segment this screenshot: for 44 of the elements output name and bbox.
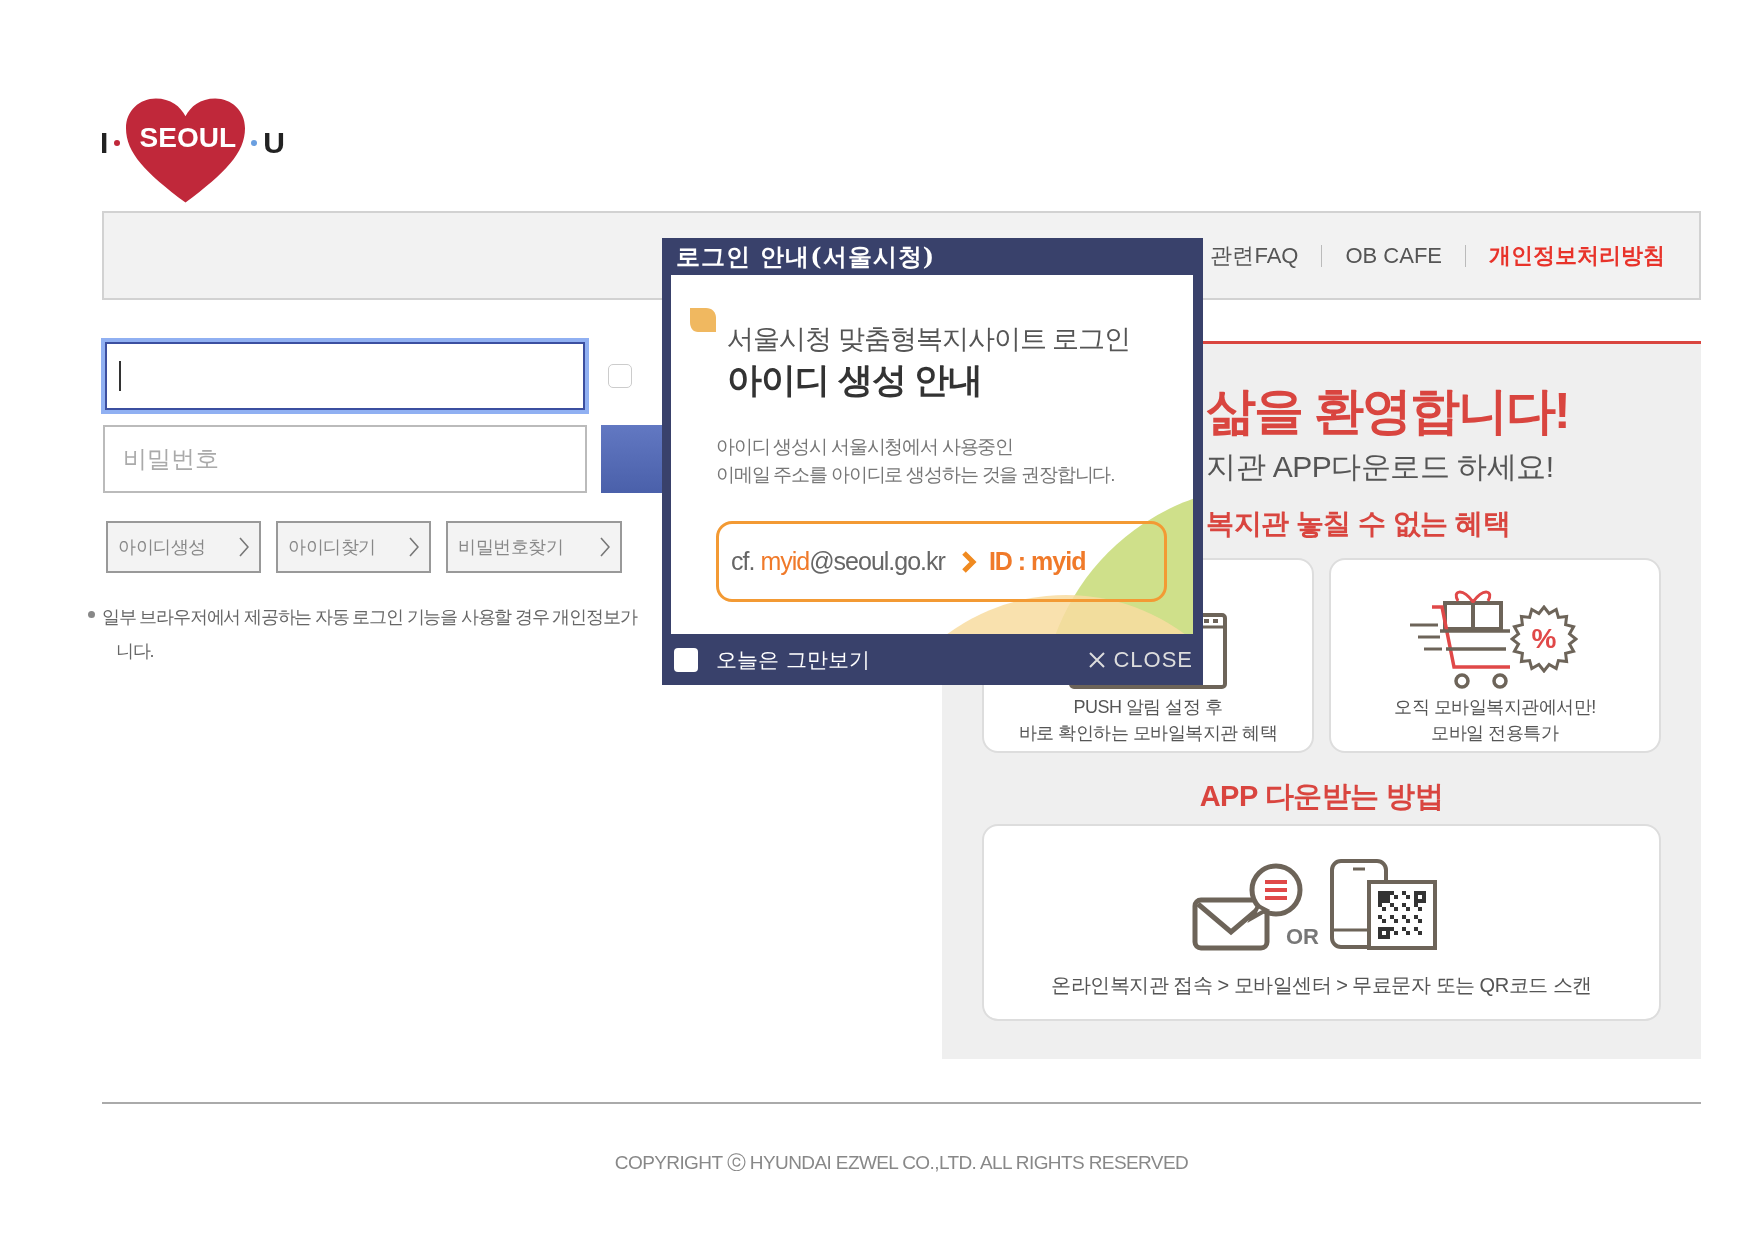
logo-letter: I <box>100 128 109 158</box>
logo-dot-icon <box>114 140 121 146</box>
notice-text: 니다. <box>115 640 155 663</box>
chevron-icon <box>960 550 977 573</box>
link-button[interactable]: 아이디생성 <box>106 521 261 573</box>
section-title: 복지관 놓칠 수 없는 혜택 <box>1206 507 1511 541</box>
discount-label: % <box>1531 625 1557 653</box>
password-field[interactable]: 비밀번호 <box>103 425 587 493</box>
example-prefix: cf. <box>731 547 755 576</box>
badge-icon <box>1510 605 1578 673</box>
link-button[interactable]: 아이디찾기 <box>276 521 431 573</box>
logo-letter: U <box>263 128 285 158</box>
copyright-text: COPYRIGHT ⓒ HYUNDAI EZWEL CO.,LTD. ALL RIGHTS RESERVED <box>613 1151 1190 1175</box>
section-title: APP 다운받는 방법 <box>1198 779 1445 814</box>
heart-logo-icon <box>126 98 246 204</box>
checkbox-label: 오늘은 그만보기 <box>716 646 870 674</box>
nav-link[interactable]: 개인정보처리방침 <box>1489 240 1665 271</box>
chevron-icon <box>409 537 419 557</box>
bullet-icon <box>88 611 95 618</box>
link-button[interactable]: 비밀번호찾기 <box>446 521 622 573</box>
chevron-icon <box>600 537 610 557</box>
nav-link[interactable]: 관련FAQ <box>1210 240 1299 271</box>
card-caption: PUSH 알림 설정 후 바로 확인하는 모바일복지관 혜택 <box>1018 696 1278 745</box>
checkbox[interactable] <box>608 364 632 388</box>
chevron-icon <box>239 537 249 557</box>
qr-code-icon <box>1367 880 1437 950</box>
popup-heading: 서울시청 맞춤형복지사이트 로그인 <box>727 323 1130 356</box>
example-email: myid@seoul.go.kr <box>760 547 945 576</box>
popup-title: 로그인 안내(서울시청) <box>675 241 937 273</box>
example-id: ID : myid <box>988 547 1086 576</box>
notice-text: 일부 브라우저에서 제공하는 자동 로그인 기능을 사용할 경우 개인정보가 <box>102 606 637 629</box>
headline: 삶을 환영합니다! <box>1206 382 1569 441</box>
or-label: OR <box>1286 924 1319 950</box>
steps-text: 온라인복지관 접속 > 모바일센터 > 무료문자 또는 QR코드 스캔 <box>1051 973 1592 998</box>
close-icon <box>1089 651 1106 668</box>
popup-body-text: 아이디 생성시 서울시청에서 사용중인 이메일 주소를 아이디로 생성하는 것을 권장합니다. <box>716 435 1116 487</box>
logo-dot-icon <box>251 140 258 146</box>
subtitle: 지관 APP다운로드 하세요! <box>1206 449 1554 485</box>
nav-link[interactable]: OB CAFE <box>1345 242 1442 269</box>
checkbox[interactable] <box>674 647 698 672</box>
card-caption: 오직 모바일복지관에서만! 모바일 전용특가 <box>1394 696 1596 745</box>
popup-subheading: 아이디 생성 안내 <box>727 359 984 401</box>
leaf-icon <box>690 308 716 332</box>
logo-text: SEOUL <box>138 124 238 152</box>
